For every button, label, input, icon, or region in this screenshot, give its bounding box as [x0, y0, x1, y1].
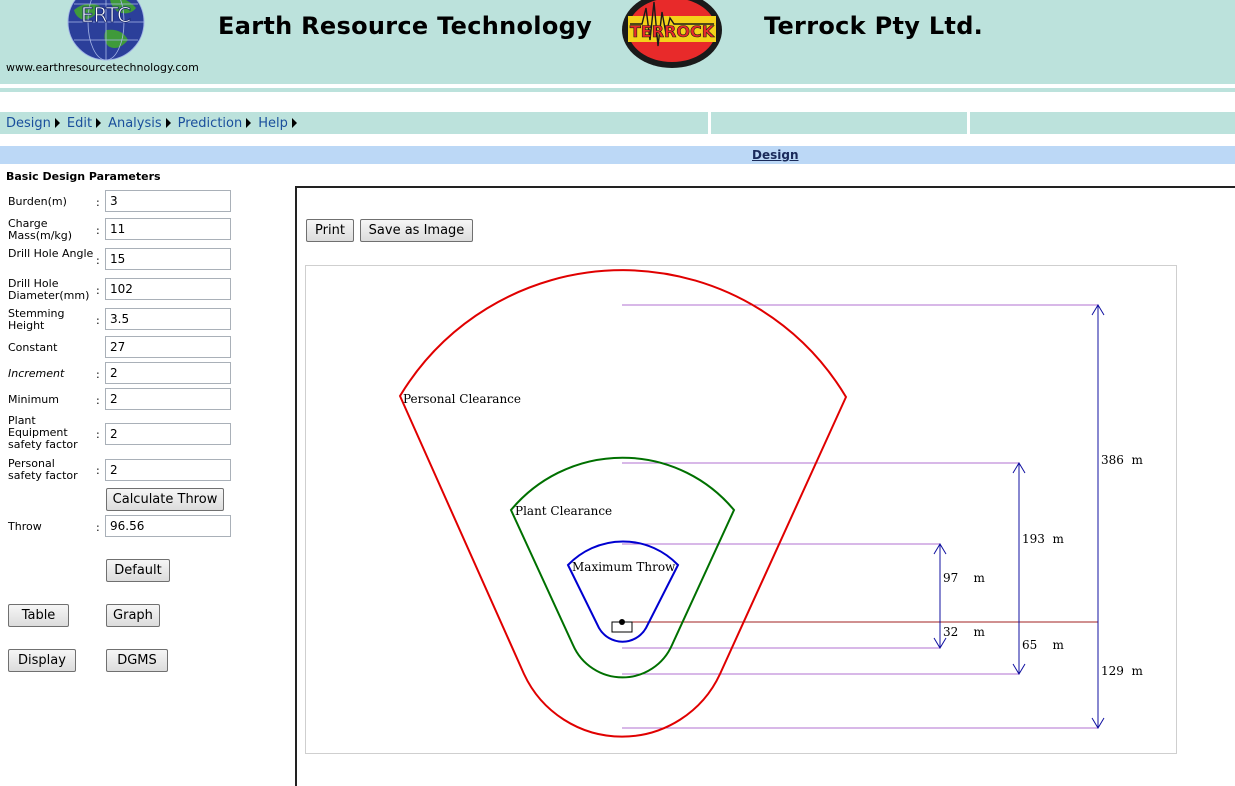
- plant-clearance-label: Plant Clearance: [515, 504, 612, 518]
- guide-lines: [622, 304, 1098, 729]
- personal-clearance-outline: [398, 269, 848, 738]
- maximum-throw-outline: [566, 540, 680, 643]
- blast-hole-dot: [619, 619, 625, 625]
- dimension-97-label: 97 m: [943, 571, 986, 585]
- dimension-193-label: 193 m: [1022, 532, 1065, 546]
- dimension-65-label: 65 m: [1022, 638, 1065, 652]
- dimension-129-label: 129 m: [1101, 664, 1144, 678]
- dimension-386-label: 386 m: [1101, 453, 1144, 467]
- maximum-throw-label: Maximum Throw: [572, 560, 676, 574]
- personal-clearance-label: Personal Clearance: [403, 392, 521, 406]
- clearance-diagram: Personal Clearance Plant Clearance Maxim…: [398, 269, 1144, 738]
- dimension-32-label: 32 m: [943, 625, 986, 639]
- dimension-lines: [933, 304, 1105, 729]
